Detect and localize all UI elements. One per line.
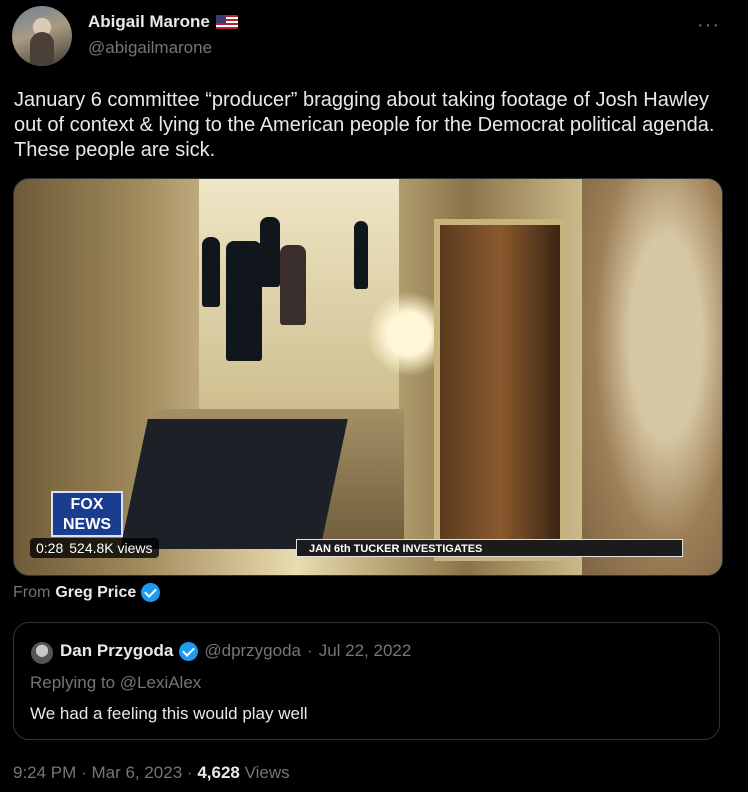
video-player[interactable]: FOX NEWS JAN 6th TUCKER INVESTIGATES 0:2… [13,178,723,576]
author-handle[interactable]: @abigailmarone [88,38,212,58]
views-label: Views [244,763,290,782]
quoted-tweet[interactable]: Dan Przygoda @dprzygoda · Jul 22, 2022 R… [13,622,720,740]
video-frame-person [202,237,220,307]
quoted-replying-to: Replying to @LexiAlex [30,673,202,692]
video-frame-door [434,219,566,561]
more-horizontal-icon[interactable]: ··· [697,14,720,37]
video-frame-rug [120,419,348,549]
video-frame-person [226,241,262,361]
video-frame-person [354,221,368,289]
views-count: 4,628 [197,763,240,782]
fox-news-logo: FOX NEWS [51,491,123,537]
news-ticker: JAN 6th TUCKER INVESTIGATES [296,539,683,557]
video-stats: 0:28 524.8K views [30,538,159,558]
author-name-row[interactable]: Abigail Marone [88,12,238,32]
author-avatar[interactable] [12,6,72,66]
video-frame-person [280,245,306,325]
quoted-separator: · [307,641,313,660]
tweet-date[interactable]: Mar 6, 2023 [91,763,182,782]
footer-separator: · [81,763,87,782]
video-time: 0:28 [36,540,64,556]
video-frame-mural [582,179,722,575]
verified-icon [179,641,199,661]
video-views: 524.8K views [69,540,153,556]
quoted-tweet-text: We had a feeling this would play well [30,704,308,723]
quoted-author-name: Dan Przygoda [60,641,174,660]
media-source-prefix: From [13,583,51,601]
video-frame-person [260,217,280,287]
quoted-tweet-header: Dan Przygoda @dprzygoda · Jul 22, 2022 [60,641,411,661]
quoted-date: Jul 22, 2022 [318,641,412,660]
verified-icon [141,583,161,602]
tweet-time[interactable]: 9:24 PM [13,763,76,782]
media-source-name[interactable]: Greg Price [55,584,136,602]
footer-separator: · [186,763,193,782]
tweet-text: January 6 committee “producer” bragging … [14,89,715,161]
quoted-author-handle: @dprzygoda [204,641,302,660]
tweet-footer: 9:24 PM · Mar 6, 2023 · 4,628 Views [13,763,290,783]
us-flag-icon [215,15,238,29]
quoted-author-avatar [31,642,53,664]
author-name[interactable]: Abigail Marone [88,12,210,32]
media-source: From Greg Price [13,583,161,602]
